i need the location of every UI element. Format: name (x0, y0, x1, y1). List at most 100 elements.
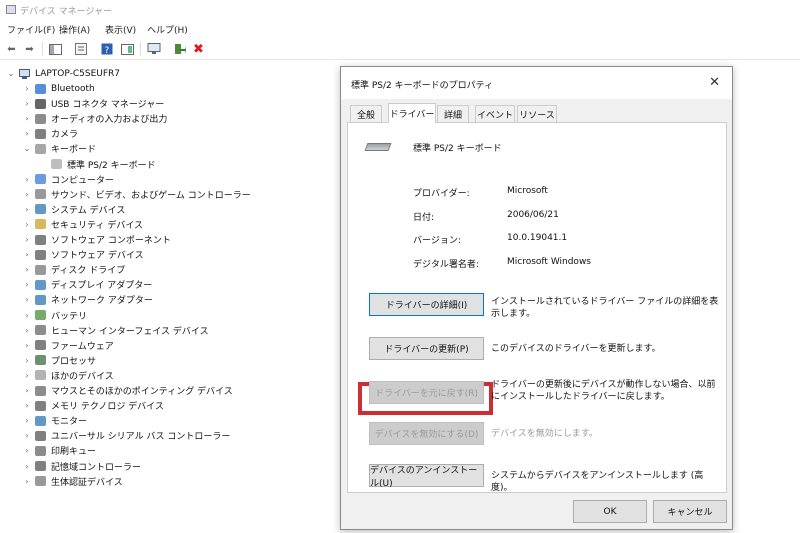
tree-item[interactable]: › ネットワーク アダプター (22, 292, 153, 307)
tree-item[interactable]: › オーディオの入力および出力 (22, 111, 167, 126)
expand-arrow-icon[interactable]: › (22, 265, 32, 274)
expand-arrow-icon[interactable]: › (22, 326, 32, 335)
expand-arrow-icon[interactable]: › (22, 477, 32, 486)
tree-item[interactable]: › ユニバーサル シリアル バス コントローラー (22, 428, 230, 443)
expand-arrow-icon[interactable]: › (22, 280, 32, 289)
update-driver-icon[interactable] (172, 42, 187, 56)
collapse-arrow-icon[interactable]: ⌄ (6, 69, 16, 78)
tree-item[interactable]: › USB コネクタ マネージャー (22, 96, 164, 111)
tree-item[interactable]: › サウンド、ビデオ、およびゲーム コントローラー (22, 187, 251, 202)
tree-item[interactable]: 標準 PS/2 キーボード (38, 157, 156, 172)
tree-item-label: セキュリティ デバイス (51, 220, 144, 231)
expand-arrow-icon[interactable]: › (22, 129, 32, 138)
expand-arrow-icon[interactable]: › (22, 235, 32, 244)
tree-item[interactable]: › カメラ (22, 126, 78, 141)
tree-item-label: メモリ テクノロジ デバイス (51, 402, 164, 413)
tab-driver[interactable]: ドライバー (388, 103, 436, 123)
expand-arrow-icon[interactable]: › (22, 356, 32, 365)
expand-arrow-icon[interactable]: › (22, 371, 32, 380)
view-icon[interactable] (120, 42, 135, 56)
tree-item[interactable]: › コンピューター (22, 172, 114, 187)
expand-arrow-icon[interactable]: › (22, 250, 32, 259)
tree-item[interactable]: › ソフトウェア デバイス (22, 247, 144, 262)
tree-item[interactable]: › マウスとそのほかのポインティング デバイス (22, 383, 233, 398)
expand-arrow-icon[interactable]: › (22, 401, 32, 410)
tree-item-label: ソフトウェア デバイス (51, 251, 144, 262)
tree-root[interactable]: ⌄ LAPTOP-C5SEUFR7 (6, 66, 120, 81)
ok-button[interactable]: OK (573, 500, 647, 523)
tree-item-label: USB コネクタ マネージャー (51, 100, 165, 111)
tree-item[interactable]: › Bluetooth (22, 81, 95, 96)
expand-arrow-icon[interactable]: › (22, 99, 32, 108)
svg-text:?: ? (104, 46, 109, 55)
help-icon[interactable]: ? (99, 42, 114, 56)
window-title: デバイス マネージャー (20, 7, 112, 17)
tree-item[interactable]: › ほかのデバイス (22, 368, 114, 383)
expand-arrow-icon[interactable]: › (22, 175, 32, 184)
tree-item-label: キーボード (51, 145, 97, 156)
tree-item-label: マウスとそのほかのポインティング デバイス (51, 387, 233, 397)
tree-item-label: バッテリ (51, 311, 88, 322)
expand-arrow-icon[interactable]: › (22, 386, 32, 395)
tree-item[interactable]: › ディスプレイ アダプター (22, 277, 152, 292)
collapse-arrow-icon[interactable]: ⌄ (22, 144, 32, 153)
uninstall-device-button[interactable]: デバイスのアンインストール(U) (369, 464, 484, 489)
tab-events[interactable]: イベント (475, 105, 515, 122)
expand-arrow-icon[interactable]: › (22, 190, 32, 199)
expand-arrow-icon[interactable]: › (22, 114, 32, 123)
tree-item[interactable]: › 記憶域コントローラー (22, 459, 141, 474)
forward-icon[interactable]: ➡ (22, 42, 37, 56)
tree-item-label: ファームウェア (51, 341, 114, 352)
tree-item[interactable]: › システム デバイス (22, 202, 125, 217)
tree-item[interactable]: › ディスク ドライブ (22, 262, 125, 277)
tab-details[interactable]: 詳細 (437, 105, 469, 122)
expand-arrow-icon[interactable]: › (22, 205, 32, 214)
tree-item-label: システム デバイス (51, 205, 126, 216)
expand-arrow-icon[interactable]: › (22, 446, 32, 455)
tree-item[interactable]: › ソフトウェア コンポーネント (22, 232, 171, 247)
device-tree: ⌄ LAPTOP-C5SEUFR7 › Bluetooth › USB コネクタ マネ… (0, 62, 340, 533)
usb-controller-icon (35, 430, 46, 441)
expand-arrow-icon[interactable]: › (22, 416, 32, 425)
expand-arrow-icon[interactable]: › (22, 295, 32, 304)
expand-arrow-icon[interactable]: › (22, 84, 32, 93)
menu-help[interactable]: ヘルプ(H) (147, 23, 188, 36)
close-icon[interactable]: ✕ (709, 75, 720, 90)
tree-item[interactable]: › モニター (22, 413, 87, 428)
tree-item[interactable]: › メモリ テクノロジ デバイス (22, 398, 164, 413)
expand-arrow-icon[interactable]: › (22, 311, 32, 320)
expand-arrow-icon[interactable]: › (22, 462, 32, 471)
disable-device-button[interactable]: デバイスを無効にする(D) (369, 422, 484, 445)
driver-details-button[interactable]: ドライバーの詳細(I) (369, 293, 484, 316)
expand-arrow-icon[interactable]: › (22, 341, 32, 350)
provider-label: プロバイダー: (413, 189, 470, 199)
menu-action[interactable]: 操作(A) (59, 23, 90, 36)
other-device-icon (35, 370, 46, 381)
roll-back-driver-button[interactable]: ドライバーを元に戻す(R) (369, 381, 484, 404)
tree-item[interactable]: › ファームウェア (22, 338, 114, 353)
tree-item[interactable]: › セキュリティ デバイス (22, 217, 143, 232)
tree-item[interactable]: › バッテリ (22, 308, 87, 323)
tree-item[interactable]: › 生体認証デバイス (22, 474, 123, 489)
tree-item[interactable]: › ヒューマン インターフェイス デバイス (22, 323, 209, 338)
tree-item[interactable]: › 印刷キュー (22, 443, 96, 458)
scan-hardware-icon[interactable] (146, 42, 161, 56)
digital-signer-label: デジタル署名者: (413, 260, 479, 270)
menu-view[interactable]: 表示(V) (105, 23, 136, 36)
update-driver-button[interactable]: ドライバーの更新(P) (369, 337, 484, 360)
tree-item[interactable]: › プロセッサ (22, 353, 96, 368)
back-icon[interactable]: ⬅ (4, 42, 19, 56)
show-hide-console-tree-icon[interactable] (48, 42, 63, 56)
memory-device-icon (35, 400, 46, 411)
cancel-button[interactable]: キャンセル (653, 500, 727, 523)
menu-file[interactable]: ファイル(F) (7, 23, 55, 36)
properties-icon[interactable] (73, 42, 88, 56)
tree-item-label: ディスプレイ アダプター (51, 281, 153, 292)
expand-arrow-icon[interactable]: › (22, 220, 32, 229)
tab-resources[interactable]: リソース (517, 105, 557, 122)
expand-arrow-icon[interactable]: › (22, 431, 32, 440)
uninstall-icon[interactable]: ✖ (191, 42, 206, 57)
tree-item[interactable]: ⌄ キーボード (22, 141, 96, 156)
menu-bar: ファイル(F) 操作(A) 表示(V) ヘルプ(H) (0, 20, 800, 38)
tab-general[interactable]: 全般 (350, 105, 382, 122)
